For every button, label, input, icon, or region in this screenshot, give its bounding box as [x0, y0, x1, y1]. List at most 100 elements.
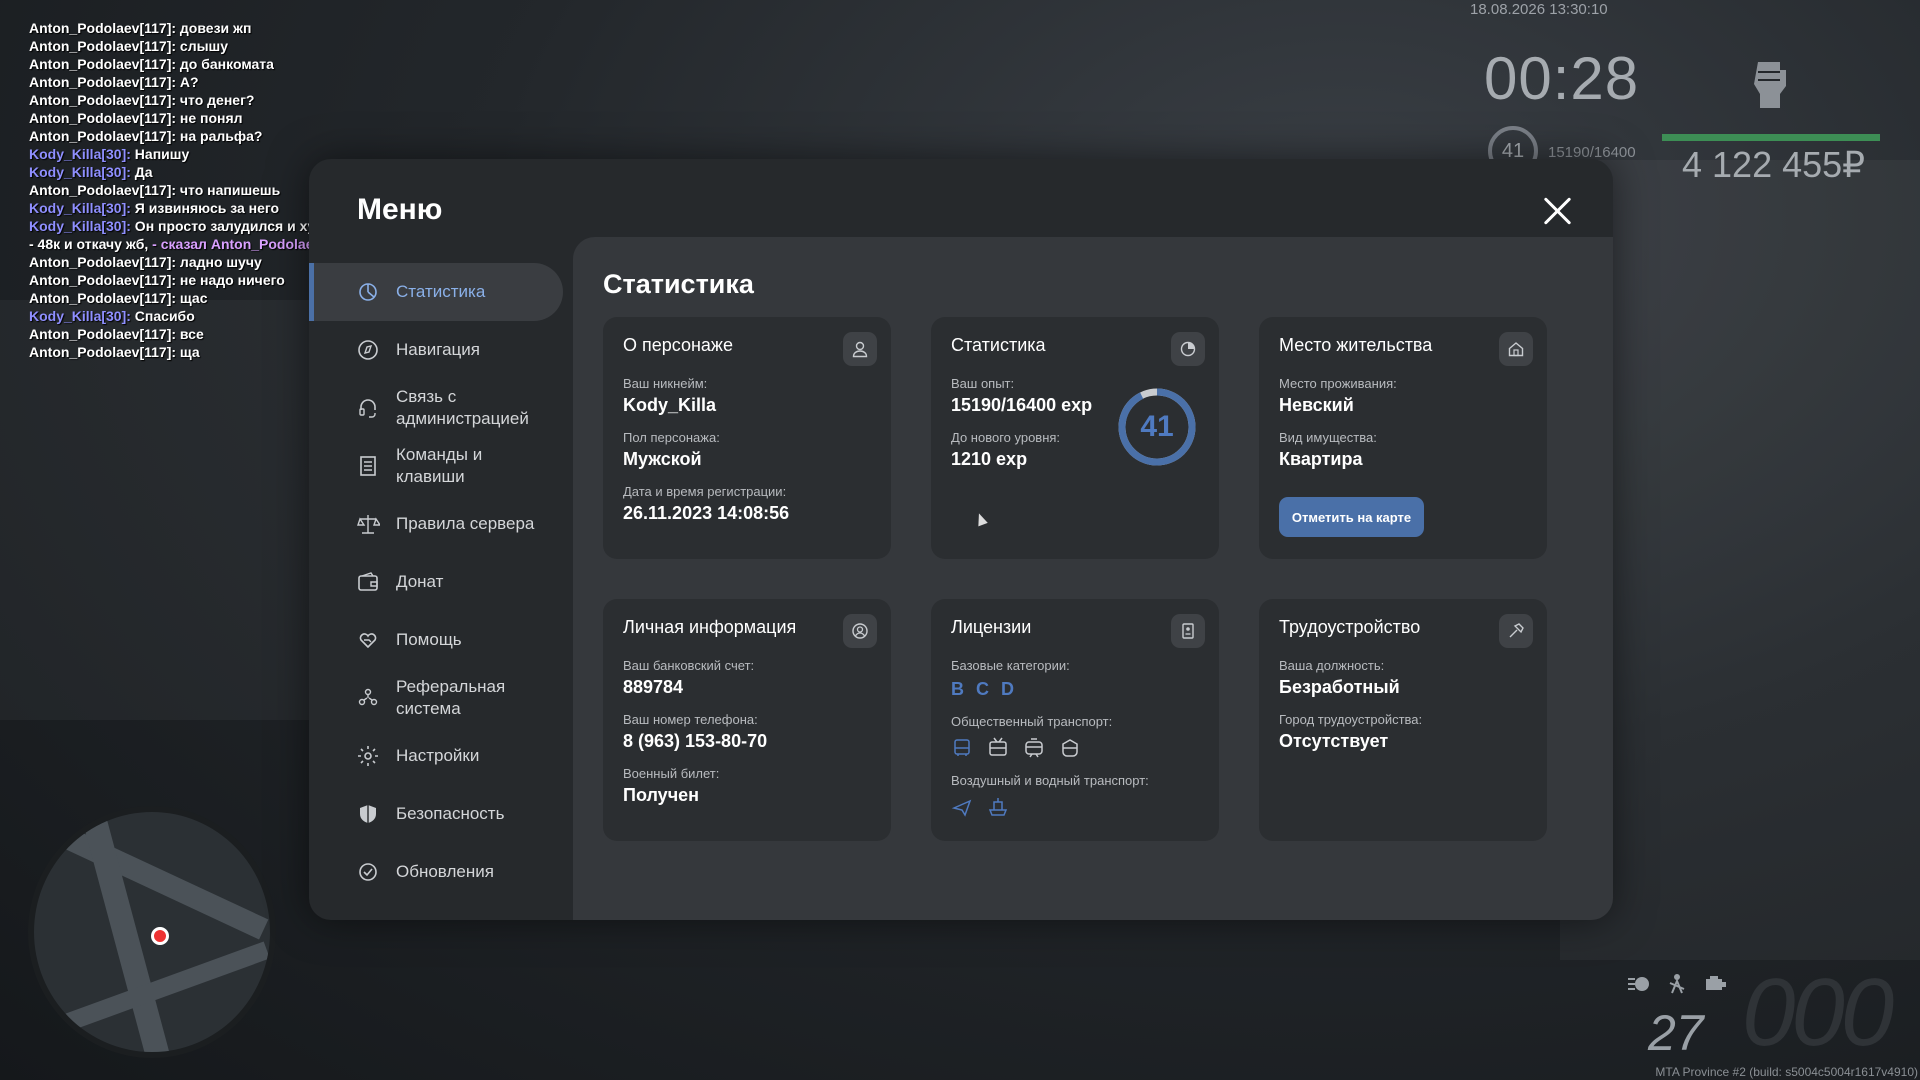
military-value: Получен [623, 785, 700, 805]
wallet-icon [356, 570, 380, 594]
chat-text: что напишешь [176, 182, 281, 198]
build-info: MTA Province #2 (build: s5004c5004r1617v… [1655, 1065, 1918, 1079]
hud-money: 4 122 455₽ [1682, 144, 1866, 185]
mouse-cursor [974, 511, 988, 527]
chat-nick: Anton_Podolaev[117]: [29, 20, 177, 36]
chat-text: не понял [176, 110, 243, 126]
card-licenses: Лицензии Базовые категории: B C D Общест… [931, 599, 1219, 841]
place-value: Невский [1279, 395, 1354, 415]
card-title: Статистика [951, 335, 1046, 355]
chat-text: на ральфа? [176, 128, 263, 144]
chat-nick: Anton_Podolaev[117]: [29, 110, 177, 126]
chat-nick: Kody_Killa[30]: [29, 218, 131, 234]
hammer-icon [1499, 614, 1533, 648]
public-transport-label: Общественный транспорт: [951, 714, 1113, 729]
user-circle-icon [843, 614, 877, 648]
property-type-label: Вид имущества: [1279, 430, 1377, 445]
engine-icon [1702, 973, 1728, 995]
bank-value: 889784 [623, 677, 684, 697]
fist-icon [1754, 62, 1786, 108]
boat-icon [988, 798, 1008, 816]
property-type-value: Квартира [1279, 449, 1363, 469]
sidebar-item-settings[interactable]: Настройки [309, 727, 563, 785]
sidebar-item-label: Настройки [396, 746, 480, 765]
document-list-icon [356, 454, 380, 478]
sidebar-item-label: Помощь [396, 630, 462, 649]
scales-icon [356, 512, 382, 536]
sidebar-item-navigation[interactable]: Навигация [309, 321, 563, 379]
trolleybus-icon [989, 737, 1007, 756]
sidebar-item-referral[interactable]: Реферальная система [309, 669, 563, 727]
sidebar-item-security[interactable]: Безопасность [309, 785, 563, 843]
sidebar-item-label: Навигация [396, 340, 480, 359]
chat-nick: Kody_Killa[30]: [29, 308, 131, 324]
page-title: Статистика [603, 269, 754, 299]
hud-datetime: 18.08.2026 13:30:10 [1470, 1, 1608, 18]
people-icon [356, 686, 380, 710]
card-personal-info: Личная информация Ваш банковский счет: 8… [603, 599, 891, 841]
sidebar-item-donate[interactable]: Донат [309, 553, 563, 611]
content-panel: Статистика О персонаже Ваш никнейм: Kody… [573, 237, 1613, 920]
public-transport-icons [951, 737, 1199, 759]
sidebar-item-statistics[interactable]: Статистика [309, 263, 563, 321]
chat-line: Anton_Podolaev[117]: А? [29, 73, 489, 91]
chat-line: Anton_Podolaev[117]: на ральфа? [29, 127, 489, 145]
metro-icon [1062, 739, 1078, 757]
chat-nick: Anton_Podolaev[117]: [29, 74, 177, 90]
sidebar-item-rules[interactable]: Правила сервера [309, 495, 563, 553]
nick-label: Ваш никнейм: [623, 376, 708, 391]
menu-sidebar: Статистика Навигация Связь с администрацие… [309, 263, 563, 901]
sidebar-item-label: Команды и клавиши [396, 445, 483, 486]
mark-on-map-button[interactable]: Отметить на карте [1279, 497, 1424, 537]
speedometer-digits: 000 [1742, 959, 1894, 1066]
chat-text: А? [176, 74, 199, 90]
chat-nick: - 48к и откачу жб, [29, 236, 149, 252]
card-title: Личная информация [623, 617, 797, 637]
minimap[interactable] [28, 806, 276, 1058]
tram-icon [1025, 738, 1043, 758]
speed-value: 27 [1648, 1005, 1704, 1061]
background-scene [0, 300, 320, 720]
background-building [1560, 160, 1920, 960]
sidebar-item-label: Обновления [396, 862, 494, 881]
headlight-icon [1626, 973, 1652, 995]
chat-text: Я извиняюсь за него [130, 200, 280, 216]
gender-label: Пол персонажа: [623, 430, 720, 445]
chat-text: щас [176, 290, 208, 306]
sidebar-item-label: Безопасность [396, 804, 505, 823]
chat-nick: Anton_Podolaev[117]: [29, 38, 177, 54]
category-b: B [951, 679, 964, 699]
level-number: 41 [1140, 410, 1174, 443]
air-water-transport-label: Воздушный и водный транспорт: [951, 773, 1149, 788]
position-value: Безработный [1279, 677, 1400, 697]
card-statistics: Статистика Ваш опыт: 15190/16400 exp До … [931, 317, 1219, 559]
chat-line: Anton_Podolaev[117]: не понял [29, 109, 489, 127]
sidebar-item-label: Правила сервера [396, 514, 535, 533]
sidebar-item-label: Реферальная система [396, 677, 506, 718]
chat-text: что денег? [176, 92, 255, 108]
chat-nick: Anton_Podolaev[117]: [29, 182, 177, 198]
chat-nick: Anton_Podolaev[117]: [29, 128, 177, 144]
chat-nick: Anton_Podolaev[117]: [29, 56, 177, 72]
sidebar-item-help[interactable]: Помощь [309, 611, 563, 669]
chat-line: Anton_Podolaev[117]: до банкомата [29, 55, 489, 73]
pie-chart-icon [356, 280, 380, 304]
chat-text: ща [176, 344, 200, 360]
plane-icon [951, 799, 972, 817]
base-categories-label: Базовые категории: [951, 658, 1070, 673]
close-button[interactable] [1542, 195, 1574, 227]
chat-nick: Kody_Killa[30]: [29, 146, 131, 162]
card-residence: Место жительства Место проживания: Невск… [1259, 317, 1547, 559]
sidebar-item-commands[interactable]: Команды и клавиши [309, 437, 563, 495]
sidebar-item-label: Связь с администрацией [396, 387, 529, 428]
id-card-icon [1171, 614, 1205, 648]
chat-text: не надо ничего [176, 272, 285, 288]
sidebar-item-admin-contact[interactable]: Связь с администрацией [309, 379, 563, 437]
chat-nick: Kody_Killa[30]: [29, 200, 131, 216]
sidebar-item-updates[interactable]: Обновления [309, 843, 563, 901]
headset-icon [356, 396, 380, 420]
chat-nick: Anton_Podolaev[117]: [29, 272, 177, 288]
registration-value: 26.11.2023 14:08:56 [623, 503, 790, 523]
vehicle-indicators [1626, 973, 1728, 995]
phone-label: Ваш номер телефона: [623, 712, 758, 727]
